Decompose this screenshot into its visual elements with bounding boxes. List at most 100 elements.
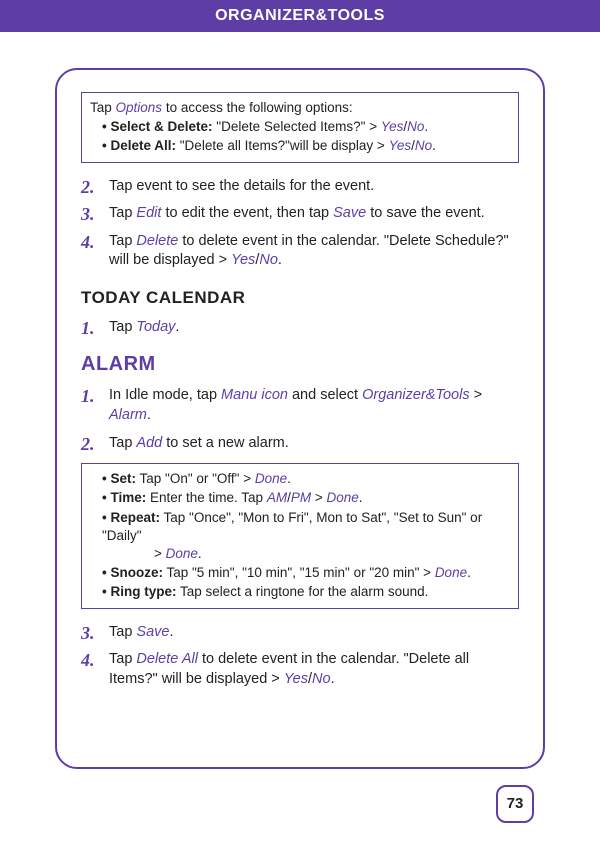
step-1: 1. In Idle mode, tap Manu icon and selec… <box>81 386 519 425</box>
step-number: 3. <box>81 202 95 226</box>
bullet-label: • Set: <box>102 471 136 486</box>
text: Tap <box>109 205 136 221</box>
page-frame: Tap Options to access the following opti… <box>55 68 545 769</box>
text: Tap "5 min", "10 min", "15 min" or "20 m… <box>163 565 435 580</box>
step-number: 3. <box>81 621 95 645</box>
alarm-link: Alarm <box>109 407 147 423</box>
text: to set a new alarm. <box>162 435 289 451</box>
text: "Delete all Items?"will be display > <box>176 138 389 153</box>
text: . <box>175 319 179 335</box>
pm-link: PM <box>291 490 311 505</box>
page-number: 73 <box>496 785 534 823</box>
delete-all-link: Delete All <box>136 651 198 667</box>
yes-link: Yes <box>389 138 412 153</box>
manu-icon-link: Manu icon <box>221 387 288 403</box>
bullet-label: • Delete All: <box>102 138 176 153</box>
text: > <box>311 490 326 505</box>
step-text: Tap Today. <box>109 319 179 335</box>
step-text: Tap Delete to delete event in the calend… <box>109 233 509 269</box>
add-link: Add <box>136 435 162 451</box>
step-3: 3. Tap Edit to edit the event, then tap … <box>81 204 519 224</box>
step-number: 2. <box>81 432 95 456</box>
text: Tap <box>109 651 136 667</box>
text: to access the following options: <box>162 100 353 115</box>
step-number: 2. <box>81 175 95 199</box>
step-number: 1. <box>81 316 95 340</box>
text: . <box>359 490 363 505</box>
bullet-set: • Set: Tap "On" or "Off" > Done. <box>102 470 510 488</box>
text: In Idle mode, tap <box>109 387 221 403</box>
step-number: 1. <box>81 384 95 408</box>
step-4: 4. Tap Delete All to delete event in the… <box>81 650 519 689</box>
bullet-label: • Repeat: <box>102 510 160 525</box>
save-link: Save <box>333 205 366 221</box>
step-number: 4. <box>81 648 95 672</box>
bullet-snooze: • Snooze: Tap "5 min", "10 min", "15 min… <box>102 564 510 582</box>
step-text: Tap event to see the details for the eve… <box>109 178 374 194</box>
page-number-text: 73 <box>507 795 524 812</box>
edit-link: Edit <box>136 205 161 221</box>
step-2: 2. Tap Add to set a new alarm. <box>81 434 519 454</box>
text: and select <box>288 387 362 403</box>
bullet-delete-all: • Delete All: "Delete all Items?"will be… <box>102 137 510 155</box>
bullet-ring-type: • Ring type: Tap select a ringtone for t… <box>102 583 510 601</box>
text: Tap <box>109 319 136 335</box>
text: Tap "On" or "Off" > <box>136 471 255 486</box>
text: . <box>424 119 428 134</box>
header-bar: ORGANIZER&TOOLS <box>0 0 600 32</box>
done-link: Done <box>326 490 358 505</box>
bullet-label: • Ring type: <box>102 584 176 599</box>
text: Tap "Once", "Mon to Fri", Mon to Sat", "… <box>102 510 482 543</box>
done-link: Done <box>435 565 467 580</box>
bullet-label: • Select & Delete: <box>102 119 213 134</box>
am-link: AM <box>267 490 287 505</box>
text: Enter the time. Tap <box>146 490 267 505</box>
step-text: Tap Edit to edit the event, then tap Sav… <box>109 205 485 221</box>
text: > Done. <box>102 545 510 563</box>
bullet-time: • Time: Enter the time. Tap AM/PM > Done… <box>102 489 510 507</box>
alarm-settings-box: • Set: Tap "On" or "Off" > Done. • Time:… <box>81 463 519 609</box>
alarm-steps-bottom: 3. Tap Save. 4. Tap Delete All to delete… <box>81 623 519 690</box>
yes-link: Yes <box>381 119 404 134</box>
done-link: Done <box>166 546 198 561</box>
text: Tap <box>90 100 116 115</box>
step-text: Tap Add to set a new alarm. <box>109 435 289 451</box>
step-3: 3. Tap Save. <box>81 623 519 643</box>
no-link: No <box>259 252 278 268</box>
options-link: Options <box>116 100 163 115</box>
bullet-repeat: • Repeat: Tap "Once", "Mon to Fri", Mon … <box>102 509 510 564</box>
delete-link: Delete <box>136 233 178 249</box>
alarm-steps-top: 1. In Idle mode, tap Manu icon and selec… <box>81 386 519 453</box>
no-link: No <box>407 119 424 134</box>
text: . <box>169 624 173 640</box>
calendar-steps: 2. Tap event to see the details for the … <box>81 177 519 271</box>
step-2: 2. Tap event to see the details for the … <box>81 177 519 197</box>
step-4: 4. Tap Delete to delete event in the cal… <box>81 232 519 271</box>
text: . <box>278 252 282 268</box>
yes-link: Yes <box>284 671 308 687</box>
step-text: Tap Delete All to delete event in the ca… <box>109 651 469 687</box>
text: Tap <box>109 624 136 640</box>
no-link: No <box>312 671 331 687</box>
text: . <box>432 138 436 153</box>
text: Tap <box>109 233 136 249</box>
text: . <box>147 407 151 423</box>
text: . <box>287 471 291 486</box>
options-intro: Tap Options to access the following opti… <box>90 99 510 117</box>
text: to save the event. <box>366 205 485 221</box>
step-number: 4. <box>81 230 95 254</box>
organizer-tools-link: Organizer&Tools <box>362 387 469 403</box>
save-link: Save <box>136 624 169 640</box>
today-calendar-heading: TODAY CALENDAR <box>81 287 519 310</box>
text: > <box>470 387 483 403</box>
bullet-label: • Snooze: <box>102 565 163 580</box>
today-link: Today <box>136 319 175 335</box>
header-title: ORGANIZER&TOOLS <box>215 7 385 24</box>
text: to edit the event, then tap <box>161 205 333 221</box>
text: "Delete Selected Items?" > <box>213 119 381 134</box>
step-text: Tap Save. <box>109 624 174 640</box>
done-link: Done <box>255 471 287 486</box>
step-text: In Idle mode, tap Manu icon and select O… <box>109 387 482 423</box>
options-hint-box: Tap Options to access the following opti… <box>81 92 519 163</box>
text: Tap <box>109 435 136 451</box>
